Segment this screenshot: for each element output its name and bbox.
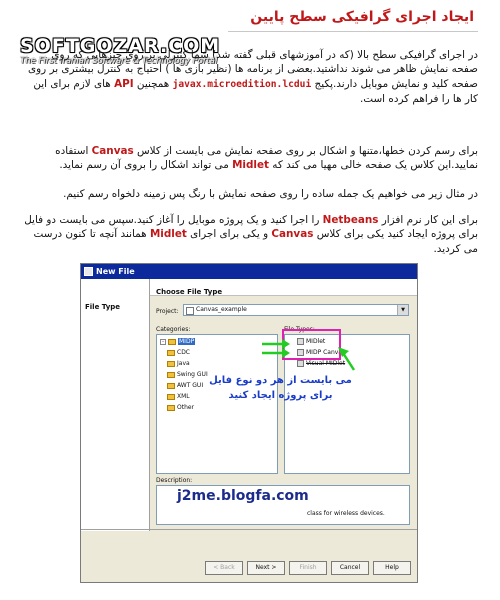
annotation-text: می بایست از هر دو نوع فایل برای پروژه ای… [209, 375, 352, 401]
folder-icon [167, 393, 175, 400]
tree-item-label: AWT GUI [177, 382, 204, 389]
file-icon [297, 338, 304, 345]
tree-item-java[interactable]: Java [167, 360, 190, 368]
file-type-label: Visual MIDlet [306, 360, 346, 367]
tree-item-cdc[interactable]: CDC [167, 349, 190, 357]
expand-icon[interactable]: - [160, 338, 166, 345]
midlet-term: Midlet [232, 159, 269, 172]
folder-icon [167, 404, 175, 411]
text: همچنین [133, 77, 173, 90]
description-text: class for wireless devices. [307, 510, 385, 517]
wizard-header-title: Choose File Type [156, 288, 223, 296]
folder-icon [167, 349, 175, 356]
dialog-titlebar[interactable]: New File [81, 264, 417, 279]
tree-item-midp[interactable]: - MIDP [160, 338, 196, 346]
tree-item-awt-gui[interactable]: AWT GUI [167, 382, 203, 390]
folder-icon [168, 338, 176, 345]
description-box: j2me.blogfa.com class for wireless devic… [156, 485, 410, 525]
paragraph-canvas: برای رسم کردن خطها،متنها و اشکال بر روی … [22, 144, 478, 173]
paragraph-example: در مثال زیر می خواهیم یک جمله ساده را رو… [63, 188, 478, 200]
back-button[interactable]: < Back [205, 561, 243, 575]
tree-item-label: Swing GUI [177, 371, 208, 378]
blog-watermark: j2me.blogfa.com [177, 488, 309, 504]
file-types-label: File Types: [284, 326, 315, 333]
new-file-dialog: New File File Type Choose File Type Proj… [80, 263, 418, 583]
title-divider [228, 31, 478, 32]
api-term: API [114, 77, 134, 90]
folder-icon [167, 371, 175, 378]
text: می تواند اشکال را بروی آن رسم نماید. [59, 159, 233, 172]
file-type-midp-canvas[interactable]: MIDP Canvas [297, 349, 345, 357]
project-icon [186, 307, 194, 315]
tree-item-xml[interactable]: XML [167, 393, 190, 401]
project-label: Project: [156, 308, 179, 315]
chevron-down-icon[interactable]: ▼ [397, 305, 408, 315]
file-types-list[interactable]: MIDlet MIDP Canvas Visual MIDlet [284, 334, 410, 474]
file-icon [297, 349, 304, 356]
text: برای رسم کردن خطها،متنها و اشکال بر روی … [133, 145, 478, 157]
tree-item-other[interactable]: Other [167, 404, 194, 412]
project-select[interactable]: Canvas_example ▼ [183, 304, 409, 316]
wizard-content: Choose File Type Project: Canvas_example… [150, 279, 417, 531]
file-type-midlet[interactable]: MIDlet [297, 338, 325, 346]
tree-item-label: CDC [177, 349, 190, 356]
tree-item-swing-gui[interactable]: Swing GUI [167, 371, 208, 379]
dialog-button-bar: < Back Next > Finish Cancel Help [81, 529, 417, 582]
text: و یکی برای اجرای [186, 228, 272, 241]
wizard-header: Choose File Type [150, 279, 417, 296]
text: برای این کار نرم افزار [378, 214, 478, 226]
description-label: Description: [156, 477, 193, 484]
page-title: ایجاد اجرای گرافیکی سطح پایین [250, 9, 474, 25]
paragraph-netbeans: برای این کار نرم افزار Netbeans را اجرا … [22, 213, 478, 256]
file-type-label: MIDP Canvas [306, 349, 346, 356]
categories-tree[interactable]: - MIDP CDC Java Swing GUI AWT GUI XML Oth… [156, 334, 278, 474]
window-icon [84, 267, 93, 276]
finish-button[interactable]: Finish [289, 561, 327, 575]
project-value: Canvas_example [196, 306, 247, 313]
categories-label: Categories: [156, 326, 191, 333]
wizard-step-file-type: File Type [85, 303, 121, 311]
file-type-label: MIDlet [306, 338, 326, 345]
file-type-visual-midlet[interactable]: Visual MIDlet [297, 360, 345, 368]
file-icon [297, 360, 304, 367]
folder-icon [167, 382, 175, 389]
package-name: javax.microedition.lcdui [172, 78, 312, 90]
canvas-term: Canvas [91, 145, 134, 157]
canvas-term: Canvas [271, 228, 314, 241]
tree-item-label: XML [177, 393, 190, 400]
wizard-steps-panel: File Type [81, 279, 150, 531]
next-button[interactable]: Next > [247, 561, 285, 575]
tree-item-label: Other [177, 404, 195, 411]
netbeans-term: Netbeans [322, 214, 379, 226]
help-button[interactable]: Help [373, 561, 411, 575]
dialog-title: New File [96, 267, 135, 276]
tree-item-label: MIDP [178, 338, 196, 345]
folder-icon [167, 360, 175, 367]
paragraph-intro: در اجرای گرافیکی سطح بالا (که در آموزشها… [22, 48, 478, 107]
cancel-button[interactable]: Cancel [331, 561, 369, 575]
midlet-term: Midlet [149, 228, 187, 241]
tree-item-label: Java [177, 360, 190, 367]
